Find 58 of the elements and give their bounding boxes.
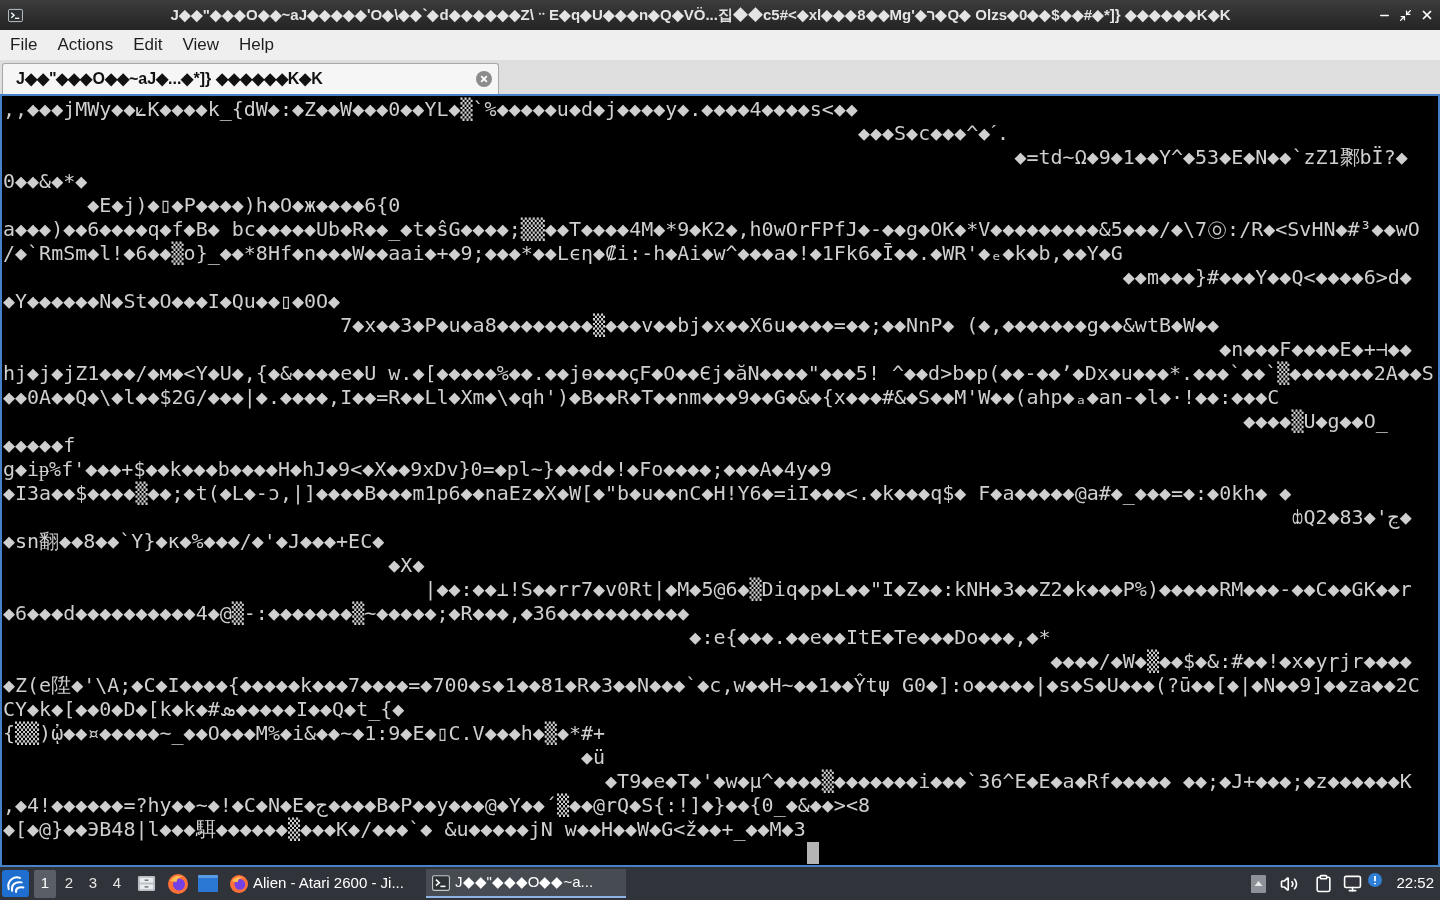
terminal-text: ◆◆◆S◆c◆◆◆^◆ˊ. <box>857 121 1010 145</box>
terminal-text: ◆I3a◆◆$◆◆◆◆▒◆◆;◆t(◆L◆-ͻ,|]◆◆◆◆B◆◆◆m1p6◆◆naEz◆X◆W[◆"b◆u◆◆nC◆H!Ү6◆=iI◆◆◆<.◆k◆◆◆q$◆ F◆a◆◆◆◆◆@a#◆_◆◆◆=◆:◆0kh◆ ◆ <box>3 481 1292 505</box>
close-icon[interactable] <box>1420 8 1434 22</box>
terminal-text: |◆◆:◆◆⊥!S◆◆rr7◆v0Rt|◆M◆5@6◆▒Diq◆p◆L◆◆"I◆Z◆◆:kNH◆3◆◆Z2◆k◆◆◆P%)◆◆◆◆◆RM◆◆◆-◆◆C◆◆GK◆◆r <box>424 577 1412 601</box>
terminal-text: ◆◆◆◆◆f <box>3 433 76 457</box>
taskbar-task[interactable]: J◆◆"◆◆◆O◆◆~a... <box>426 869 626 898</box>
workspace-button[interactable]: 4 <box>106 869 128 898</box>
terminal-text: CY◆k◆[◆◆0◆D◆[k◆k◆#ܣ◆◆◆◆◆I◆◆Q◆t_{◆ <box>3 697 405 721</box>
terminal-text: ◆ü <box>580 745 606 769</box>
terminal-text: ◆◆m◆◆◆}#◆◆◆Y◆◆Q<◆◆◆◆6>d◆ <box>1122 265 1412 289</box>
browser-icon[interactable] <box>168 873 188 894</box>
taskbar-task[interactable]: Alien - Atari 2600 - Ji... <box>226 869 418 898</box>
terminal-text: ◆6◆◆◆d◆◆◆◆◆◆◆◆◆◆4◆@▒-:◆◆◆◆◆◆◆▒~◆◆◆◆◆;◆R◆◆◆,◆36◆◆◆◆◆◆◆◆◆◆◆ <box>3 601 690 625</box>
workspace-button[interactable]: 3 <box>82 869 104 898</box>
workspace-button[interactable]: 2 <box>58 869 80 898</box>
clipboard-icon[interactable] <box>1314 874 1334 893</box>
terminal-text: ◆Y◆◆◆◆◆◆N◆St◆O◆◆◆I◆Qu◆◆▯◆0O◆ <box>3 289 341 313</box>
terminal-text: ◆[◆@}◆◆ЭB48|l◆◆◆駬◆◆◆◆◆◆▒◆◆◆K◆/◆◆◆`◆ &u◆◆◆◆◆jN w◆◆H◆◆W◆G<ž◆◆+_◆◆M◆3 <box>3 817 806 841</box>
terminal-text: ȸQ2◆83◆'ڃ◆ <box>1291 505 1412 529</box>
menu-item[interactable]: View <box>172 30 229 60</box>
terminal-text: ,,◆◆◆jMWy◆◆⟀K◆◆◆◆k_{dW◆:◆Z◆◆W◆◆◆0◆◆YL◆▒`%◆◆◆◆◆u◆d◆j◆◆◆◆y◆.◆◆◆◆4◆◆◆◆s<◆◆ <box>3 97 858 121</box>
terminal-tab[interactable]: J◆◆"◆◆◆O◆◆~aJ◆...◆*]} ◆◆◆◆◆◆K◆K <box>2 63 499 94</box>
terminal-text: g◆iᵽ%f'◆◆◆+$◆◆k◆◆◆b◆◆◆◆H◆hJ◆9<◆X◆◆9xDv}0=◆pl~}◆◆◆d◆!◆Fo◆◆◆◆;◆◆◆A◆4y◆9 <box>3 457 832 481</box>
workspace-button[interactable]: 1 <box>34 869 56 898</box>
terminal-text: ◆:e{◆◆◆.◆◆e◆◆ItE◆Te◆◆◆Do◆◆◆,◆* <box>689 625 1051 649</box>
terminal-text: ◆T9◆e◆T◆'◆w◆µ^◆◆◆◆▒◆◆◆◆◆◆◆i◆◆◆`36^E◆E◆a◆Rf◆◆◆◆◆ ◆◆;◆J+◆◆◆;◆z◆◆◆◆◆◆K <box>605 769 1412 793</box>
terminal-text: ◆E◆j)◆▯◆P◆◆◆◆)h◆O◆ж◆◆◆◆6{0 <box>87 193 401 217</box>
start-menu-icon[interactable] <box>2 870 29 897</box>
terminal-text: hj◆j◆jZ1◆◆◆/◆м◆<Y◆U◆,{◆&◆◆◆◆e◆U w.◆[◆◆◆◆◆%◆◆.◆◆jѳ◆◆◆ꞔF◆O◆◆Єj◆ăN◆◆◆◆"◆◆◆5! ^◆◆d>b◆p(◆◆-◆◆ʼ◆Dx◆u◆◆◆*.◆◆◆`◆◆`▒◆◆◆◆◆◆◆2A◆◆S <box>3 361 1434 385</box>
terminal-text: 0◆◆&◆*◆ <box>3 169 88 193</box>
menu-item[interactable]: Help <box>229 30 284 60</box>
terminal-text: ◆◆◆◆▒U◆g◆◆O_ <box>1243 409 1388 433</box>
menu-item[interactable]: Edit <box>123 30 173 60</box>
terminal-text: ◆sn翻◆◆8◆◆`Y}◆κ◆%◆◆◆/◆'◆J◆◆◆+EC◆ <box>3 529 385 553</box>
terminal-text: {▒▒)ᾠ◆◆¤◆◆◆◆◆~_◆◆O◆◆◆M%◆i&◆◆~◆1:9◆E◆▯C.V◆◆◆h◆▒◆*#+ <box>3 721 606 745</box>
terminal-text: ,◆4!◆◆◆◆◆◆=?hy◆◆~◆!◆C◆N◆E◆ج◆◆◆◆B◆P◆◆y◆◆◆@◆Y◆◆´▒◆◆@rQ◆S{:!]◆}◆◆{0_◆&◆◆><8 <box>3 793 870 817</box>
terminal-icon <box>432 873 450 892</box>
terminal-text: ◆X◆ <box>388 553 425 577</box>
terminal-text: ◆=td~Ω◆9◆1◆◆Y^◆53◆E◆N◆◆`zZ1鄹bÏ?◆ <box>1014 145 1408 169</box>
terminal-text: /◆`RmSm◆l!◆6◆◆▒o}_◆◆*8Hf◆n◆◆◆W◆◆aai◆+◆9;◆◆◆*◆◆Lϵη◆₡i:-h◆Ai◆w^◆◆◆a◆!◆1Fk6◆Ῑ◆◆.◆WR'◆ₑ◆k◆b,◆◆Y◆G <box>3 241 1123 265</box>
terminal-text: ◆n◆◆◆F◆◆◆◆E◆+⊣◆◆ <box>1219 337 1412 361</box>
terminal-text: ◆◆0A◆◆Q◆\◆l◆◆$2G/◆◆◆|◆.◆◆◆◆,I◆◆=R◆◆Ll◆Xm◆\◆qh')◆B◆◆R◆T◆◆nm◆◆◆9◆◆G◆&◆{x◆◆◆#&◆S◆◆M'W◆◆(ahp◆ₐ◆an-◆l◆·!◆◆:◆◆◆C <box>3 385 1280 409</box>
menu-item[interactable]: Actions <box>47 30 124 60</box>
terminal-text: 7◆x◆◆3◆P◆u◆a8◆◆◆◆◆◆◆◆▒◆◆◆v◆◆bj◆x◆◆X6u◆◆◆◆=◆◆;◆◆NnP◆ (◆,◆◆◆◆◆◆◆g◆◆&wtB◆W◆◆ <box>340 313 1220 337</box>
terminal-text: ◆Z(e陞◆'\A;◆C◆I◆◆◆◆{◆◆◆◆◆k◆◆◆7◆◆◆◆=◆700◆s◆1◆◆81◆R◆3◆◆N◆◆◆`◆c,w◆◆H~◆◆1◆◆Ŷtψ G0◆]:o◆◆◆◆◆|◆s◆S◆U◆◆◆(?ū◆◆[◆|◆N◆◆9]◆◆za◆◆2C <box>3 673 1420 697</box>
clock[interactable]: 22:52 <box>1396 872 1434 895</box>
file-cabinet-icon[interactable] <box>137 874 156 893</box>
monitor-icon[interactable] <box>1343 874 1363 893</box>
alert-icon[interactable] <box>1368 872 1383 887</box>
terminal-icon <box>8 7 23 23</box>
speaker-icon[interactable] <box>1280 874 1299 893</box>
window-title: J◆◆"◆◆◆O◆◆~aJ◆◆◆◆◆ʹO◆\◆◆`◆d◆◆◆◆◆◆Z\ᆢE◆q◆U◆◆◆n◆Q◆VÖ...집◆◆c5#<◆xl◆◆◆8◆◆Mg'◆ר◆Q◆ Olzs◆0◆◆$◆◆#◆*]} ◆◆◆◆◆◆K◆K <box>169 4 1232 25</box>
menu-item[interactable]: File <box>0 30 48 60</box>
restore-icon[interactable] <box>1399 8 1412 22</box>
terminal-text: ◆◆◆◆/◆W◆▒◆◆$◆&:#◆◆!◆x◆yɼjr◆◆◆◆ <box>1050 649 1412 673</box>
browser-icon <box>230 874 248 893</box>
text-cursor <box>807 842 819 864</box>
terminal-text: a◆◆◆)◆◆6◆◆◆◆q◆f◆B◆ bc◆◆◆◆◆Ub◆R◆◆_◆t◆ŝG◆◆◆◆;▒▒◆◆T◆◆◆◆4M◆*9◆K2◆,h0wOrFPfJ◆-◆◆g◆OK◆*V◆◆◆◆◆◆◆◆◆&5◆◆◆/◆\7㉧:/R◆<SvHN◆#³◆◆wO <box>3 217 1420 241</box>
